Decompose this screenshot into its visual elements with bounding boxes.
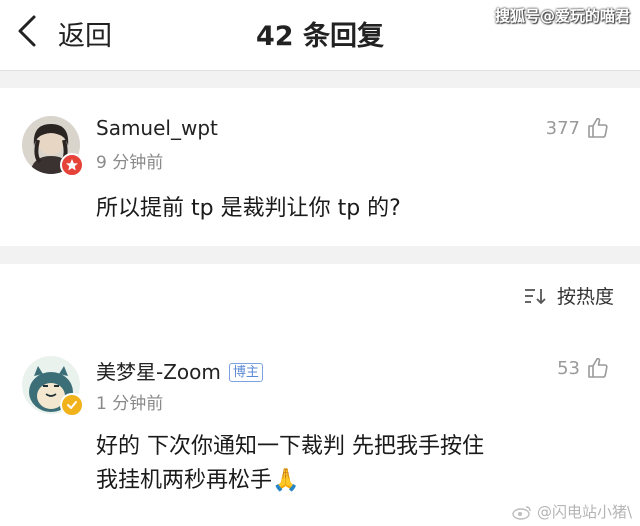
comment-text: 所以提前 tp 是裁判让你 tp 的? [96,196,401,221]
thumbs-up-icon [588,117,608,138]
comment-card: 按热度 美梦星-Zoom 博主 1 分钟前 好的 下次你通知一下裁判 先把我手按住 [0,264,640,526]
top-nav-bar: 返回 42 条回复 搜狐号@爱玩的喵君 [0,0,640,71]
comment-thread-page: 返回 42 条回复 搜狐号@爱玩的喵君 Samuel_wpt 9 分钟前 所以提… [0,0,640,526]
like-button[interactable]: 377 [546,116,610,140]
sort-label: 按热度 [556,286,614,308]
comment-text-line: 我挂机两秒再松手🙏 [96,468,300,493]
comment-time: 9 分钟前 [96,153,164,173]
thumbs-up-icon [588,357,608,378]
avatar[interactable] [22,116,84,177]
comment-username-text: 美梦星-Zoom [96,360,221,384]
comment-text: 好的 下次你通知一下裁判 先把我手按住 我挂机两秒再松手🙏 [96,430,484,498]
comment-username[interactable]: Samuel_wpt [96,116,218,140]
comment-time: 1 分钟前 [96,394,164,414]
weibo-watermark: @闪电站小猪\ [511,501,632,522]
comment-card: Samuel_wpt 9 分钟前 所以提前 tp 是裁判让你 tp 的? 377 [0,88,640,246]
weibo-logo-icon [512,505,531,520]
watermark-text: 搜狐号@爱玩的喵君 [494,7,630,25]
verified-badge-icon [60,153,84,177]
watermark-text: @闪电站小猪\ [536,503,632,521]
like-count: 377 [545,117,580,139]
comment-username[interactable]: 美梦星-Zoom 博主 [96,356,263,385]
comment-text-line: 好的 下次你通知一下裁判 先把我手按住 [96,434,484,459]
sort-icon [524,288,546,304]
avatar[interactable] [22,356,84,417]
like-button[interactable]: 53 [557,356,610,380]
blogger-tag: 博主 [228,363,263,382]
sort-button[interactable]: 按热度 [523,282,614,309]
verified-badge-icon [60,393,84,417]
like-count: 53 [557,357,580,379]
